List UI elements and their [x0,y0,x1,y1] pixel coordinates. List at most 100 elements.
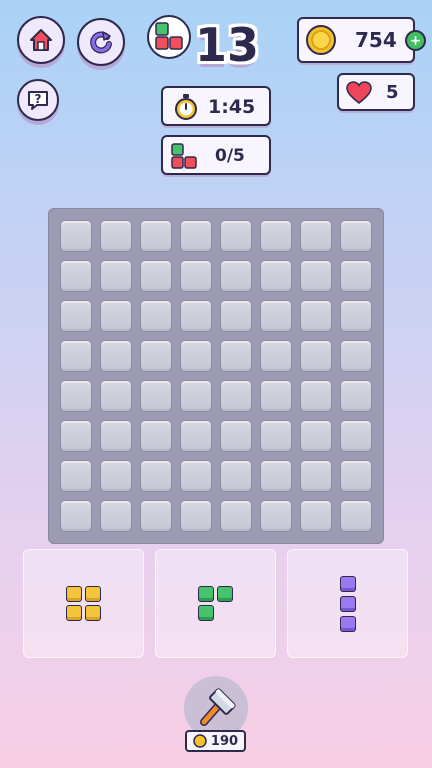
board-cell[interactable] [60,300,92,332]
board-cell[interactable] [140,420,172,452]
board-cell[interactable] [300,260,332,292]
board-cell[interactable] [100,220,132,252]
board-cell[interactable] [100,500,132,532]
board-cell[interactable] [340,380,372,412]
board-cell[interactable] [260,300,292,332]
board-cell[interactable] [100,420,132,452]
board-cell[interactable] [340,300,372,332]
board-cell[interactable] [300,220,332,252]
heart-icon [346,81,372,104]
board-cell[interactable] [220,340,252,372]
board-cell[interactable] [300,460,332,492]
board-cell[interactable] [180,460,212,492]
board-cell[interactable] [260,220,292,252]
svg-text:?: ? [35,92,42,106]
board-cell[interactable] [60,500,92,532]
piece-tray-2[interactable] [155,549,276,658]
piece-block [198,605,214,621]
board-cell[interactable] [220,380,252,412]
board-cell[interactable] [180,500,212,532]
board-cell[interactable] [140,500,172,532]
blocks-icon [155,22,183,50]
board-cell[interactable] [100,340,132,372]
board-cell[interactable] [300,380,332,412]
home-button[interactable] [17,16,65,64]
board-cell[interactable] [260,460,292,492]
board-cell[interactable] [300,300,332,332]
board-cell[interactable] [340,420,372,452]
piece-tray-3[interactable] [287,549,408,658]
board-cell[interactable] [60,260,92,292]
restart-button[interactable] [77,18,125,66]
piece-block [217,586,233,602]
lives-counter: 5 [337,73,415,111]
piece-vertical[interactable] [340,576,357,633]
piece-tray-1[interactable] [23,549,144,658]
board-cell[interactable] [300,420,332,452]
home-icon [30,29,52,51]
goal-box: 0/5 [161,135,271,175]
board-cell[interactable] [140,300,172,332]
piece-block [85,586,101,602]
add-coins-button[interactable]: + [405,30,426,51]
board-cell[interactable] [180,220,212,252]
coins-value: 754 [355,28,397,52]
board-cell[interactable] [260,260,292,292]
board-cell[interactable] [100,460,132,492]
board-cell[interactable] [140,460,172,492]
piece-square[interactable] [66,586,102,622]
help-icon: ? [28,91,48,110]
restart-icon [90,31,112,54]
board-cell[interactable] [140,340,172,372]
level-number: 13 [195,18,260,72]
board-cell[interactable] [60,420,92,452]
board-cell[interactable] [180,300,212,332]
board-cell[interactable] [180,380,212,412]
timer-value: 1:45 [208,96,256,118]
board-cell[interactable] [220,420,252,452]
board-cell[interactable] [140,380,172,412]
board-cell[interactable] [260,420,292,452]
board-cell[interactable] [260,380,292,412]
game-board [48,208,384,544]
piece-block [85,605,101,621]
hammer-cost-value: 190 [210,733,239,749]
board-cell[interactable] [340,260,372,292]
board-cell[interactable] [180,420,212,452]
piece-block [198,586,214,602]
help-button[interactable]: ? [17,79,59,121]
board-cell[interactable] [220,460,252,492]
board-cell[interactable] [60,460,92,492]
board-cell[interactable] [100,300,132,332]
hammer-icon [200,688,236,726]
piece-block [66,586,82,602]
board-cell[interactable] [60,220,92,252]
board-cell[interactable] [220,500,252,532]
coin-icon [193,734,207,748]
board-cell[interactable] [100,380,132,412]
board-cell[interactable] [60,380,92,412]
board-cell[interactable] [260,340,292,372]
board-cell[interactable] [60,340,92,372]
goal-progress: 0/5 [215,146,245,166]
board-cell[interactable] [180,340,212,372]
coin-icon [306,25,336,55]
board-cell[interactable] [300,340,332,372]
board-cell[interactable] [300,500,332,532]
board-cell[interactable] [220,260,252,292]
board-cell[interactable] [340,460,372,492]
board-cell[interactable] [220,220,252,252]
board-cell[interactable] [340,340,372,372]
board-cell[interactable] [180,260,212,292]
board-cell[interactable] [340,500,372,532]
hammer-cost: 190 [185,730,246,752]
board-cell[interactable] [220,300,252,332]
board-cell[interactable] [260,500,292,532]
board-cell[interactable] [100,260,132,292]
board-cell[interactable] [140,220,172,252]
stopwatch-icon [175,94,197,120]
board-cell[interactable] [140,260,172,292]
board-cell[interactable] [340,220,372,252]
lives-value: 5 [386,82,399,103]
piece-corner[interactable] [198,586,234,622]
